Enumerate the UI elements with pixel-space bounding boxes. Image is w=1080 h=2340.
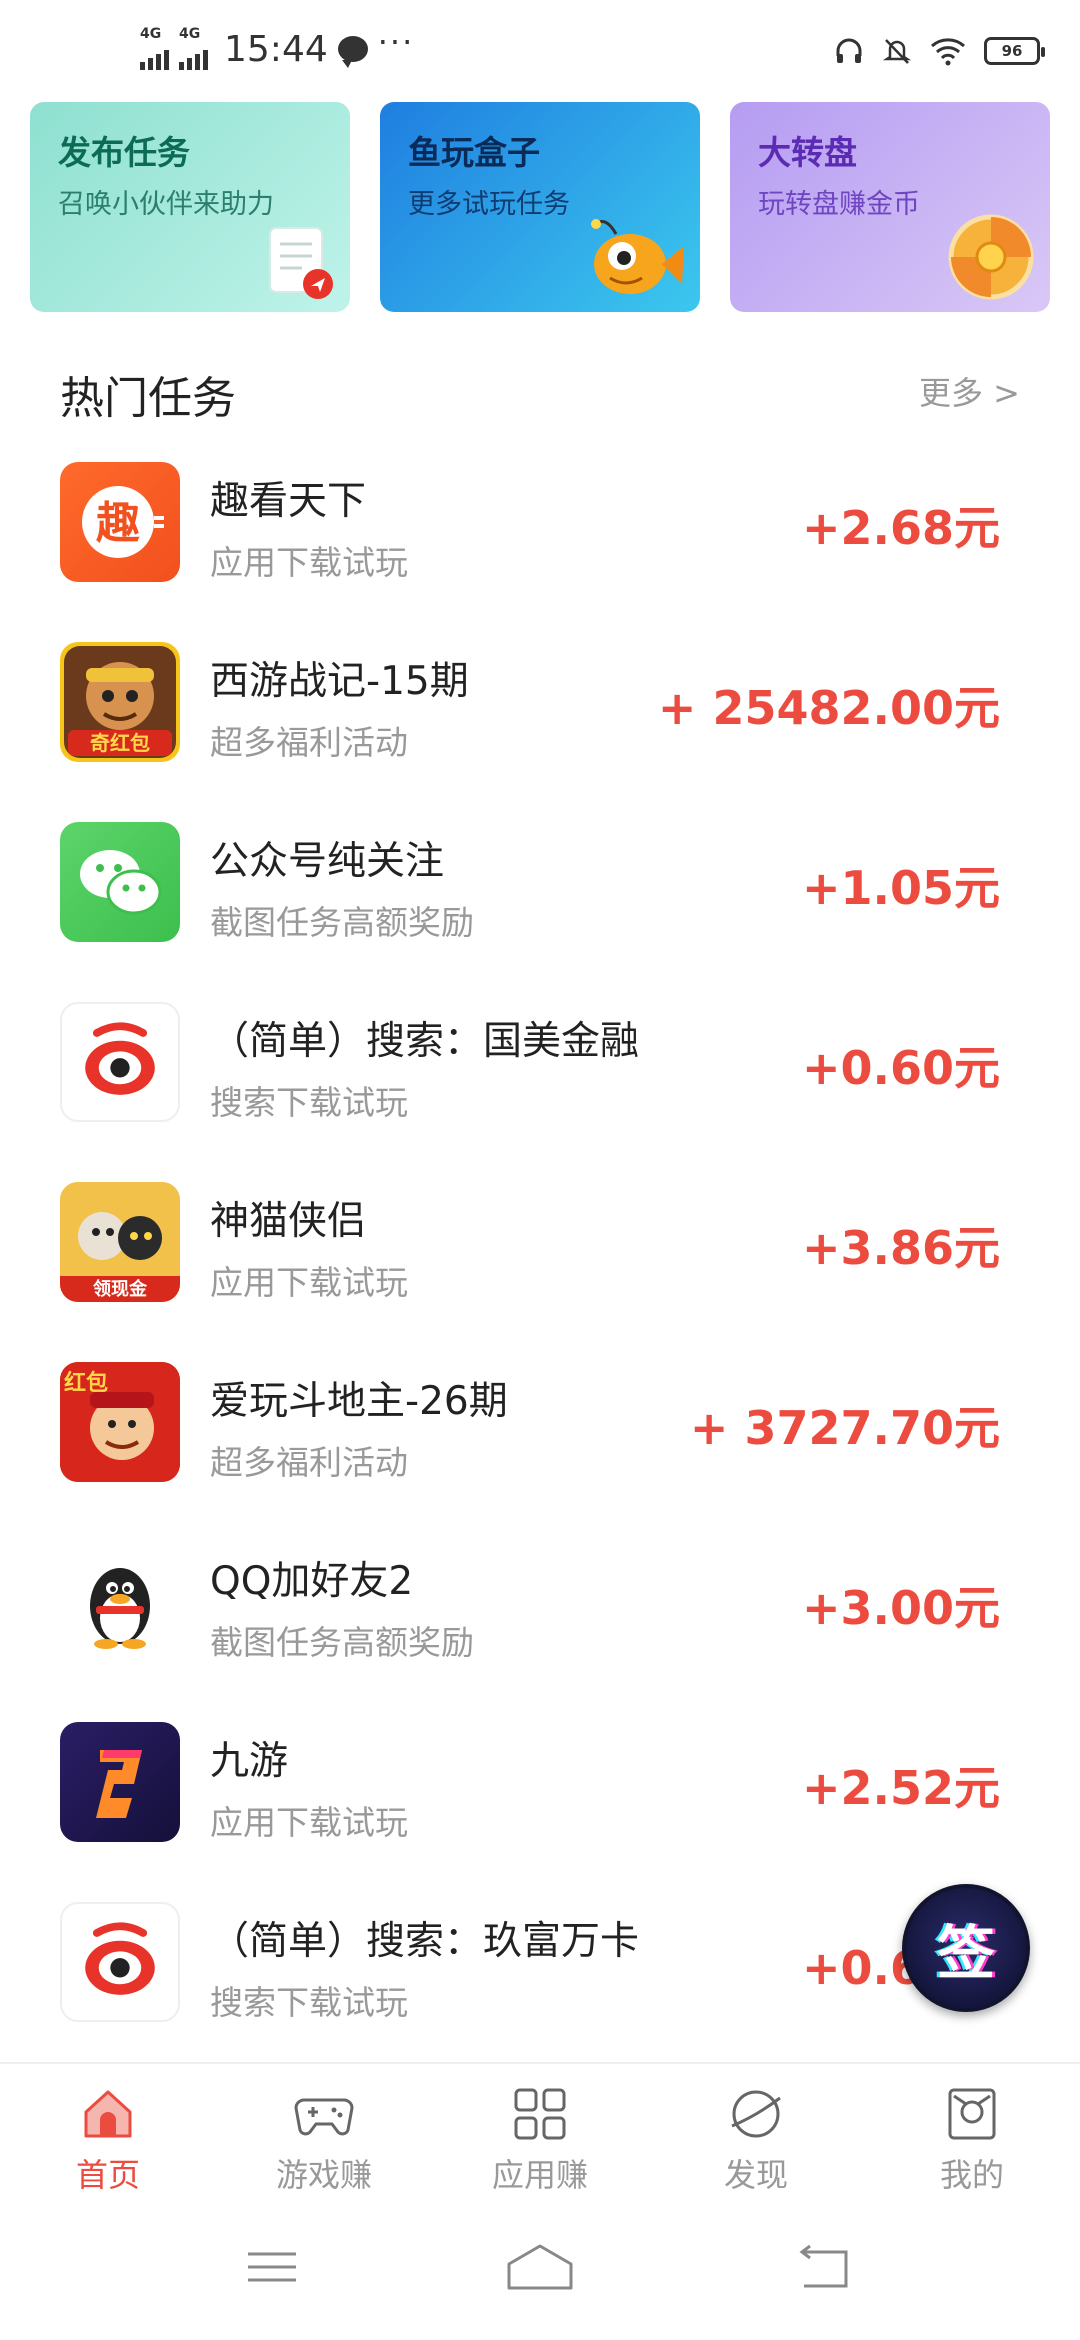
task-list: 趣 趣看天下 应用下载试玩 +2.68元 奇红包 西游战记-15期 超多福利活动… bbox=[0, 440, 1080, 2060]
home-nav-icon[interactable] bbox=[505, 2242, 575, 2292]
task-name: （简单）搜索：国美金融 bbox=[210, 1019, 640, 1064]
task-reward: +2.52元 bbox=[801, 1761, 1000, 1815]
task-desc: 应用下载试玩 bbox=[210, 543, 408, 582]
task-desc: 截图任务高额奖励 bbox=[210, 903, 474, 942]
task-name: （简单）搜索：玖富万卡 bbox=[210, 1919, 640, 1964]
hot-tasks-title: 热门任务 bbox=[60, 373, 236, 424]
network-type-label: 4G bbox=[179, 26, 201, 42]
cellular-signal-icon: 4G bbox=[140, 26, 169, 70]
task-name: 公众号纯关注 bbox=[210, 839, 445, 884]
task-desc: 应用下载试玩 bbox=[210, 1803, 408, 1842]
task-reward: +1.05元 bbox=[801, 861, 1000, 915]
card-title: 鱼玩盒子 bbox=[408, 133, 540, 172]
tab-label: 我的 bbox=[939, 2156, 1004, 2194]
app-icon-text: 红包 bbox=[64, 1370, 108, 1396]
task-reward: + 25482.00元 bbox=[657, 681, 1000, 735]
task-row[interactable]: 红包 爱玩斗地主-26期 超多福利活动 + 3727.70元 bbox=[0, 1340, 1080, 1520]
task-desc: 搜索下载试玩 bbox=[210, 1083, 408, 1122]
more-notifications-icon: ··· bbox=[377, 23, 415, 61]
message-icon bbox=[337, 36, 368, 68]
app-icon-text: 奇红包 bbox=[90, 731, 150, 755]
task-name: 西游战记-15期 bbox=[210, 659, 469, 704]
task-desc: 应用下载试玩 bbox=[210, 1263, 408, 1302]
tab-label: 发现 bbox=[723, 2156, 788, 2194]
task-reward: +3.86元 bbox=[801, 1221, 1000, 1275]
apps-grid-icon bbox=[514, 2088, 566, 2140]
task-reward: + 3727.70元 bbox=[689, 1401, 1000, 1455]
tab-label: 应用赚 bbox=[491, 2156, 588, 2194]
weibo-eye-icon bbox=[60, 1002, 180, 1122]
task-row[interactable]: 领现金 神猫侠侣 应用下载试玩 +3.86元 bbox=[0, 1160, 1080, 1340]
planet-icon bbox=[731, 2090, 781, 2138]
task-desc: 超多福利活动 bbox=[210, 723, 408, 762]
xiyou-game-icon: 奇红包 bbox=[60, 642, 180, 762]
more-link[interactable]: 更多 > bbox=[919, 368, 1020, 414]
qukan-app-icon: 趣 bbox=[60, 462, 180, 582]
publish-task-card[interactable]: 发布任务 召唤小伙伴来助力 bbox=[30, 102, 350, 312]
system-nav-bar bbox=[0, 2220, 1080, 2340]
weibo-eye-icon bbox=[60, 1902, 180, 2022]
task-reward: +0.60元 bbox=[801, 1041, 1000, 1095]
card-title: 大转盘 bbox=[758, 133, 857, 172]
sign-in-label: 签 bbox=[936, 1919, 995, 1987]
task-reward: +2.68元 bbox=[801, 501, 1000, 555]
task-desc: 截图任务高额奖励 bbox=[210, 1623, 474, 1662]
jiuyou-app-icon bbox=[60, 1722, 180, 1842]
bottom-nav: 首页 游戏赚 应用赚 发现 我的 bbox=[0, 2062, 1080, 2222]
battery-indicator: 96 bbox=[984, 37, 1045, 65]
shenmao-game-icon: 领现金 bbox=[60, 1182, 180, 1302]
task-name: 九游 bbox=[210, 1739, 289, 1784]
task-row[interactable]: QQ加好友2 截图任务高额奖励 +3.00元 bbox=[0, 1520, 1080, 1700]
tab-label: 首页 bbox=[75, 2156, 140, 2194]
wifi-icon bbox=[931, 38, 965, 66]
tab-discover[interactable]: 发现 bbox=[648, 2064, 864, 2222]
task-reward: +3.00元 bbox=[801, 1581, 1000, 1635]
task-name: 趣看天下 bbox=[210, 479, 367, 524]
tab-app-earn[interactable]: 应用赚 bbox=[432, 2064, 648, 2222]
tab-profile[interactable]: 我的 bbox=[864, 2064, 1080, 2222]
task-name: 爱玩斗地主-26期 bbox=[210, 1379, 508, 1424]
task-row[interactable]: 奇红包 西游战记-15期 超多福利活动 + 25482.00元 bbox=[0, 620, 1080, 800]
document-send-icon bbox=[269, 227, 333, 299]
gamepad-icon bbox=[294, 2098, 354, 2136]
doudizhu-game-icon: 红包 bbox=[60, 1362, 180, 1482]
app-icon-text: 领现金 bbox=[93, 1278, 148, 1300]
app-icon-text: 趣 bbox=[96, 498, 140, 549]
sign-in-button[interactable]: 签 bbox=[902, 1884, 1030, 2012]
task-desc: 搜索下载试玩 bbox=[210, 1983, 408, 2022]
network-type-label: 4G bbox=[140, 26, 162, 42]
task-row[interactable]: 公众号纯关注 截图任务高额奖励 +1.05元 bbox=[0, 800, 1080, 980]
card-title: 发布任务 bbox=[58, 133, 190, 172]
task-row[interactable]: （简单）搜索：国美金融 搜索下载试玩 +0.60元 bbox=[0, 980, 1080, 1160]
clock: 15:44 bbox=[224, 28, 328, 70]
tab-game-earn[interactable]: 游戏赚 bbox=[216, 2064, 432, 2222]
fish-mascot-icon bbox=[591, 219, 684, 294]
tab-label: 游戏赚 bbox=[275, 2156, 372, 2194]
wechat-icon bbox=[60, 822, 180, 942]
feature-cards: 发布任务 召唤小伙伴来助力 鱼玩盒子 更多试玩任务 大转盘 玩转盘赚金币 bbox=[30, 102, 1050, 312]
profile-bag-icon bbox=[948, 2088, 996, 2140]
card-subtitle: 召唤小伙伴来助力 bbox=[58, 189, 274, 220]
cellular-signal-icon: 4G bbox=[179, 26, 208, 70]
tab-home[interactable]: 首页 bbox=[0, 2064, 216, 2222]
task-name: 神猫侠侣 bbox=[210, 1199, 367, 1244]
spin-wheel-icon bbox=[948, 214, 1034, 300]
back-icon[interactable] bbox=[796, 2242, 852, 2292]
home-icon bbox=[84, 2090, 132, 2138]
task-name: QQ加好友2 bbox=[210, 1559, 414, 1604]
battery-level: 96 bbox=[1001, 42, 1023, 60]
qq-penguin-icon bbox=[60, 1542, 180, 1662]
menu-icon[interactable] bbox=[244, 2242, 300, 2292]
task-row[interactable]: 趣 趣看天下 应用下载试玩 +2.68元 bbox=[0, 440, 1080, 620]
lucky-wheel-card[interactable]: 大转盘 玩转盘赚金币 bbox=[730, 102, 1050, 312]
task-desc: 超多福利活动 bbox=[210, 1443, 408, 1482]
headphones-icon bbox=[836, 38, 862, 63]
mute-bell-icon bbox=[882, 39, 912, 64]
task-row[interactable]: 九游 应用下载试玩 +2.52元 bbox=[0, 1700, 1080, 1880]
fish-box-card[interactable]: 鱼玩盒子 更多试玩任务 bbox=[380, 102, 700, 312]
status-bar: 4G 4G 15:44 ··· 96 bbox=[0, 0, 1080, 100]
